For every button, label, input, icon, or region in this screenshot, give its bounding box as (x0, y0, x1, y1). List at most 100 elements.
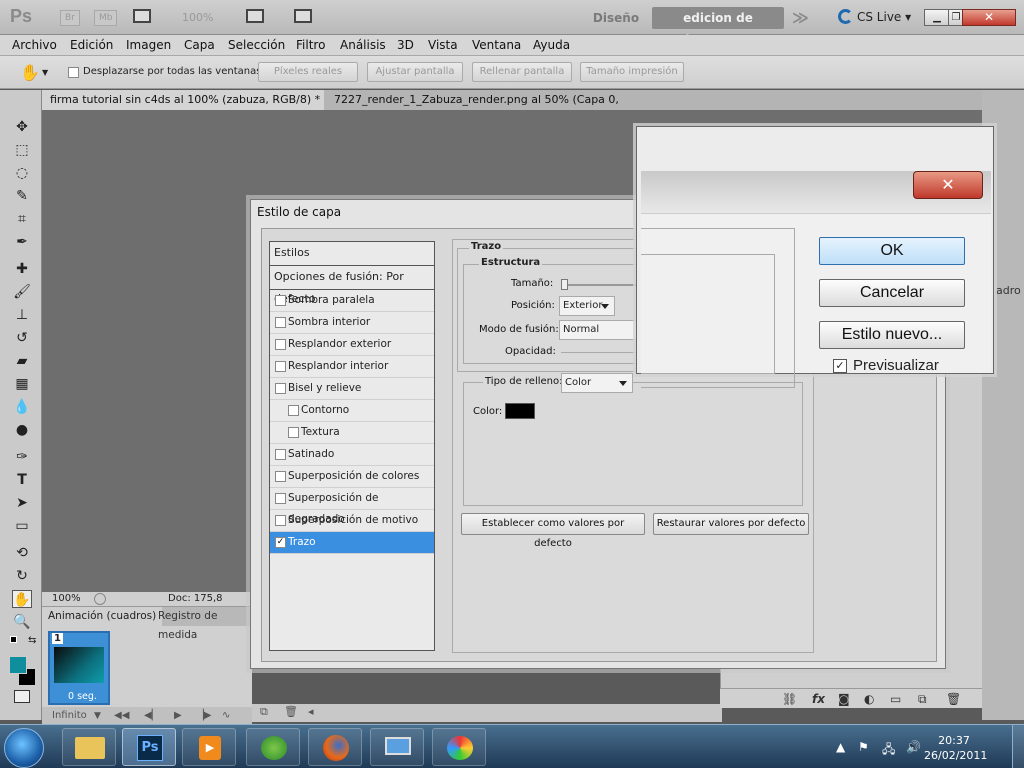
adjustment-layer-icon[interactable]: ◐ (864, 689, 874, 709)
bridge-button[interactable]: Br (60, 10, 80, 26)
style-item[interactable]: Satinado (270, 444, 434, 466)
style-item[interactable]: Resplandor interior (270, 356, 434, 378)
tab-measurement-log[interactable]: Registro de medida (158, 607, 252, 641)
stroke-color-swatch[interactable] (505, 403, 535, 419)
zoom-level[interactable]: 100% (182, 11, 213, 24)
gradient-tool-icon[interactable]: ▦ (12, 375, 32, 393)
history-brush-icon[interactable]: ↺ (12, 329, 32, 347)
more-workspaces-icon[interactable]: ≫ (792, 8, 809, 27)
volume-icon[interactable]: 🔊 (906, 740, 921, 754)
tab-animation[interactable]: Animación (cuadros) (42, 607, 163, 626)
style-checkbox[interactable] (275, 471, 286, 482)
frame-delay[interactable]: 0 seg. (68, 691, 97, 702)
style-item[interactable]: Superposición de motivo (270, 510, 434, 532)
arrange-documents-icon[interactable] (246, 9, 264, 23)
scroll-all-checkbox[interactable] (68, 67, 79, 78)
play-icon[interactable]: ▶ (174, 707, 182, 725)
pen-tool-icon[interactable]: ✑ (12, 448, 32, 466)
new-layer-icon[interactable]: ⧉ (918, 689, 927, 709)
scroll-left-icon[interactable]: ◂ (308, 705, 314, 718)
menu-seleccion[interactable]: Selección (228, 38, 285, 52)
new-style-button[interactable]: Estilo nuevo... (819, 321, 965, 349)
front-dialog-close-button[interactable]: ✕ (913, 171, 983, 199)
style-checkbox[interactable] (275, 515, 286, 526)
show-hidden-icons[interactable]: ▲ (836, 740, 845, 754)
new-group-icon[interactable]: ▭ (890, 689, 901, 709)
minimize-button[interactable]: ▁ (924, 9, 950, 26)
add-mask-icon[interactable]: ◙ (838, 689, 850, 709)
type-tool-icon[interactable]: T (12, 471, 32, 489)
menu-imagen[interactable]: Imagen (126, 38, 171, 52)
actual-pixels-button[interactable]: Píxeles reales (258, 62, 358, 82)
style-item[interactable]: ✓ Trazo (270, 532, 434, 554)
style-checkbox[interactable] (288, 427, 299, 438)
workspace-design[interactable]: Diseño (588, 9, 644, 27)
blend-mode-select[interactable]: Normal (559, 320, 641, 340)
clone-stamp-icon[interactable]: ⊥ (12, 306, 32, 324)
firefox-taskbar-icon[interactable] (308, 728, 362, 766)
position-select[interactable]: Exterior (559, 296, 615, 316)
style-item[interactable]: Contorno (270, 400, 434, 422)
photoshop-taskbar-icon[interactable]: Ps (122, 728, 176, 766)
style-item[interactable]: Superposición de degradado (270, 488, 434, 525)
opacity-slider-track[interactable] (561, 352, 641, 353)
network-icon[interactable]: 🖧 (882, 740, 895, 761)
style-checkbox[interactable] (275, 361, 286, 372)
style-checkbox[interactable] (275, 383, 286, 394)
fit-screen-button[interactable]: Ajustar pantalla (367, 62, 463, 82)
tool-preset-dropdown[interactable]: ▼ (42, 68, 48, 77)
brush-tool-icon[interactable]: 🖌 (12, 283, 32, 301)
menu-archivo[interactable]: Archivo (12, 38, 57, 52)
healing-brush-icon[interactable]: ✚ (12, 260, 32, 278)
link-layers-icon[interactable]: ⛓ (782, 689, 797, 709)
tab-document-2[interactable]: 7227_render_1_Zabuza_render.png al 50% (… (326, 90, 662, 127)
menu-ayuda[interactable]: Ayuda (533, 38, 570, 52)
animation-frame[interactable]: 1 0 seg. (48, 631, 110, 705)
3d-rotate-icon[interactable]: ⟲ (12, 544, 32, 562)
style-item[interactable]: Superposición de colores (270, 466, 434, 488)
workspace-active[interactable]: edicion de imagenes (652, 7, 784, 47)
reset-default-button[interactable]: Restaurar valores por defecto (653, 513, 809, 535)
style-checkbox[interactable] (275, 339, 286, 350)
set-default-button[interactable]: Establecer como valores por defecto (461, 513, 645, 549)
size-slider-thumb[interactable] (561, 279, 568, 290)
delete-layer-icon[interactable]: 🗑 (946, 689, 961, 709)
tween-icon[interactable]: ∿ (222, 707, 230, 725)
style-checkbox[interactable] (275, 493, 286, 504)
cs-live-menu[interactable]: CS Live ▾ (838, 9, 911, 24)
menu-edicion[interactable]: Edición (70, 38, 113, 52)
print-size-button[interactable]: Tamaño impresión (580, 62, 684, 82)
marquee-tool-icon[interactable]: ⬚ (12, 141, 32, 159)
media-player-taskbar-icon[interactable]: ▶ (182, 728, 236, 766)
menu-ventana[interactable]: Ventana (472, 38, 521, 52)
default-colors-icon[interactable] (10, 636, 17, 643)
status-zoom[interactable]: 100% (52, 592, 81, 606)
next-frame-icon[interactable]: ▕▶ (196, 707, 211, 725)
messenger-taskbar-icon[interactable] (246, 728, 300, 766)
lasso-tool-icon[interactable]: ◌ (12, 164, 32, 182)
style-item[interactable]: Textura (270, 422, 434, 444)
new-frame-icon[interactable]: ⧉ (260, 705, 268, 719)
size-slider-track[interactable] (561, 284, 641, 286)
screen-mode-icon[interactable] (294, 9, 312, 23)
foreground-color-swatch[interactable] (9, 656, 27, 674)
preview-checkbox[interactable]: ✓ (833, 359, 847, 373)
view-extras-icon[interactable] (133, 9, 151, 23)
hand-tool-icon[interactable]: ✋ (12, 590, 32, 608)
show-desktop-button[interactable] (1012, 725, 1024, 768)
fill-type-select[interactable]: Color (561, 373, 633, 393)
delete-frame-icon[interactable]: 🗑 (284, 705, 298, 718)
explorer-taskbar-icon[interactable] (62, 728, 116, 766)
quick-selection-icon[interactable]: ✎ (12, 187, 32, 205)
zoom-tool-icon[interactable]: 🔍 (12, 613, 32, 631)
close-button[interactable]: ✕ (962, 9, 1016, 26)
previous-frame-icon[interactable]: ◀▏ (144, 707, 159, 725)
styles-header[interactable]: Estilos (270, 242, 434, 266)
style-checkbox[interactable] (288, 405, 299, 416)
style-item[interactable]: Resplandor exterior (270, 334, 434, 356)
layer-fx-icon[interactable]: fx (812, 689, 825, 709)
style-checkbox[interactable]: ✓ (275, 537, 286, 548)
quick-mask-icon[interactable] (14, 690, 30, 703)
path-selection-icon[interactable]: ➤ (12, 494, 32, 512)
menu-capa[interactable]: Capa (184, 38, 215, 52)
